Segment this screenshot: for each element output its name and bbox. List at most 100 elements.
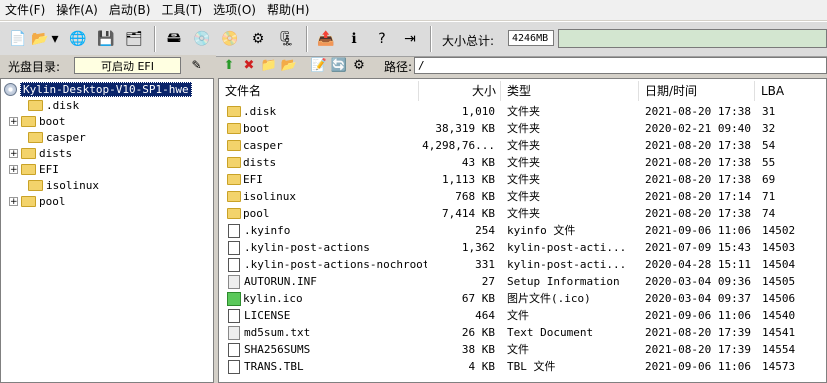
file-date: 2020-04-28 15:11 [645, 258, 751, 271]
table-row[interactable]: .kylin-post-actions-nochroot 331 kylin-pos… [219, 256, 826, 273]
save-as-icon[interactable]: 🗂 [124, 29, 144, 49]
tree-item-efi[interactable]: + EFI [9, 161, 59, 177]
tree-item-casper[interactable]: casper [25, 129, 86, 145]
table-row[interactable]: .disk 1,010 文件夹 2021-08-20 17:38 31 [219, 103, 826, 120]
folder-icon [227, 123, 241, 134]
menu-options[interactable]: 选项(O) [208, 0, 262, 20]
exit-icon[interactable]: ⇥ [400, 29, 420, 49]
expand-icon[interactable]: + [9, 164, 18, 174]
file-name: isolinux [243, 190, 296, 203]
table-row[interactable]: LICENSE 464 文件 2021-09-06 11:06 14540 [219, 307, 826, 324]
column-header-lba[interactable]: LBA [755, 81, 826, 101]
properties-icon[interactable]: ⚙ [248, 29, 268, 49]
file-type: Text Document [507, 326, 594, 339]
file-name: EFI [243, 173, 263, 186]
expand-icon[interactable]: + [9, 116, 18, 126]
bootable-field[interactable]: 可启动 EFI [74, 57, 181, 74]
file-type: kyinfo 文件 [507, 224, 576, 237]
menu-tools[interactable]: 工具(T) [156, 0, 208, 20]
path-label: 路径: [384, 60, 413, 74]
add-file-icon[interactable]: 📂 [280, 57, 298, 75]
tree-item-isolinux[interactable]: isolinux [25, 177, 99, 193]
settings-icon[interactable]: ⚙ [350, 57, 368, 75]
table-row[interactable]: pool 7,414 KB 文件夹 2021-08-20 17:38 74 [219, 205, 826, 222]
file-type: kylin-post-acti... [507, 241, 627, 254]
table-row[interactable]: md5sum.txt 26 KB Text Document 2021-08-20 1… [219, 324, 826, 341]
globe-icon[interactable]: 🌐 [68, 29, 88, 49]
delete-icon[interactable]: ✖ [240, 57, 258, 75]
tree-root-label[interactable]: Kylin-Desktop-V10-SP1-hwe [20, 81, 192, 97]
burn-icon[interactable]: 💿 [192, 29, 212, 49]
tree-item-label: isolinux [46, 178, 99, 192]
file-size: 26 KB [461, 326, 495, 339]
help-icon[interactable]: ? [372, 29, 392, 49]
table-row[interactable]: kylin.ico 67 KB 图片文件(.ico) 2020-03-04 09:37… [219, 290, 826, 307]
folder-icon [21, 163, 36, 175]
menu-bar: 文件(F) 操作(A) 启动(B) 工具(T) 选项(O) 帮助(H) [0, 0, 827, 20]
file-date: 2020-02-21 09:40 [645, 122, 751, 135]
table-row[interactable]: boot 38,319 KB 文件夹 2020-02-21 09:40 32 [219, 120, 826, 137]
column-header-date[interactable]: 日期/时间 [639, 81, 755, 101]
new-icon[interactable]: 📄 [8, 29, 28, 49]
table-row[interactable]: EFI 1,113 KB 文件夹 2021-08-20 17:38 69 [219, 171, 826, 188]
file-date: 2021-08-20 17:39 [645, 326, 751, 339]
table-row[interactable]: dists 43 KB 文件夹 2021-08-20 17:38 55 [219, 154, 826, 171]
table-row[interactable]: .kyinfo 254 kyinfo 文件 2021-09-06 11:06 14502 [219, 222, 826, 239]
tree-item-disk[interactable]: .disk [25, 97, 79, 113]
directory-tree: Kylin-Desktop-V10-SP1-hwe .disk + boot c… [0, 78, 214, 383]
file-icon [228, 325, 240, 340]
file-size: 1,113 KB [442, 173, 495, 186]
file-lba: 14540 [762, 309, 796, 322]
info-icon[interactable]: ℹ [344, 29, 364, 49]
menu-boot[interactable]: 启动(B) [104, 0, 157, 20]
file-size: 38 KB [461, 343, 495, 356]
file-type: 文件夹 [507, 122, 540, 135]
add-folder-icon[interactable]: 📁 [260, 57, 278, 75]
table-row[interactable]: AUTORUN.INF 27 Setup Information 2020-03-04… [219, 273, 826, 290]
refresh-icon[interactable]: 🔄 [330, 57, 348, 75]
export-icon[interactable]: 📤 [316, 29, 336, 49]
table-row[interactable]: .kylin-post-actions 1,362 kylin-post-acti.… [219, 239, 826, 256]
file-size: 1,010 [461, 105, 495, 118]
folder-icon [227, 208, 241, 219]
save-icon[interactable]: 💾 [96, 29, 116, 49]
file-date: 2020-03-04 09:37 [645, 292, 751, 305]
column-header-type[interactable]: 类型 [501, 81, 639, 101]
file-icon [228, 274, 240, 289]
table-row[interactable]: TRANS.TBL 4 KB TBL 文件 2021-09-06 11:06 14573 [219, 358, 826, 375]
file-type: 文件夹 [507, 156, 540, 169]
file-lba: 71 [762, 190, 776, 203]
compress-icon[interactable]: 🗜 [276, 29, 296, 49]
file-lba: 14505 [762, 275, 796, 288]
file-list: 文件名 大小 类型 日期/时间 LBA .disk 1,010 文件夹 2021-08… [218, 78, 827, 383]
drive-icon[interactable]: 🖴 [164, 29, 184, 49]
expand-icon[interactable]: + [9, 148, 18, 158]
table-row[interactable]: isolinux 768 KB 文件夹 2021-08-20 17:14 71 [219, 188, 826, 205]
table-row[interactable]: SHA256SUMS 38 KB 文件 2021-08-20 17:39 14554 [219, 341, 826, 358]
file-lba: 55 [762, 156, 776, 169]
menu-help[interactable]: 帮助(H) [262, 0, 315, 20]
path-input[interactable]: / [414, 57, 827, 74]
column-header-size[interactable]: 大小 [419, 81, 501, 101]
file-size: 464 [475, 309, 495, 322]
file-name-cell: EFI [227, 171, 427, 188]
edit-icon[interactable]: ✎ [188, 57, 205, 74]
tree-root[interactable]: Kylin-Desktop-V10-SP1-hwe [4, 81, 192, 97]
open-icon[interactable]: 📂 [30, 29, 50, 49]
menu-action[interactable]: 操作(A) [51, 0, 104, 20]
rename-icon[interactable]: 📝 [310, 57, 328, 75]
column-header-name[interactable]: 文件名 [219, 81, 419, 101]
file-name-cell: SHA256SUMS [227, 341, 427, 358]
dropdown-icon[interactable]: ▾ [50, 29, 60, 49]
table-row[interactable]: casper 4,298,76... 文件夹 2021-08-20 17:38 54 [219, 137, 826, 154]
menu-file[interactable]: 文件(F) [0, 0, 51, 20]
up-icon[interactable]: ⬆ [220, 57, 238, 75]
total-size-value: 4246MB [508, 30, 554, 46]
expand-icon[interactable]: + [9, 196, 18, 206]
tree-item-boot[interactable]: + boot [9, 113, 66, 129]
mount-icon[interactable]: 📀 [220, 29, 240, 49]
tree-item-pool[interactable]: + pool [9, 193, 66, 209]
capacity-bar-fill [559, 30, 826, 47]
tree-item-label: EFI [39, 162, 59, 176]
tree-item-dists[interactable]: + dists [9, 145, 72, 161]
